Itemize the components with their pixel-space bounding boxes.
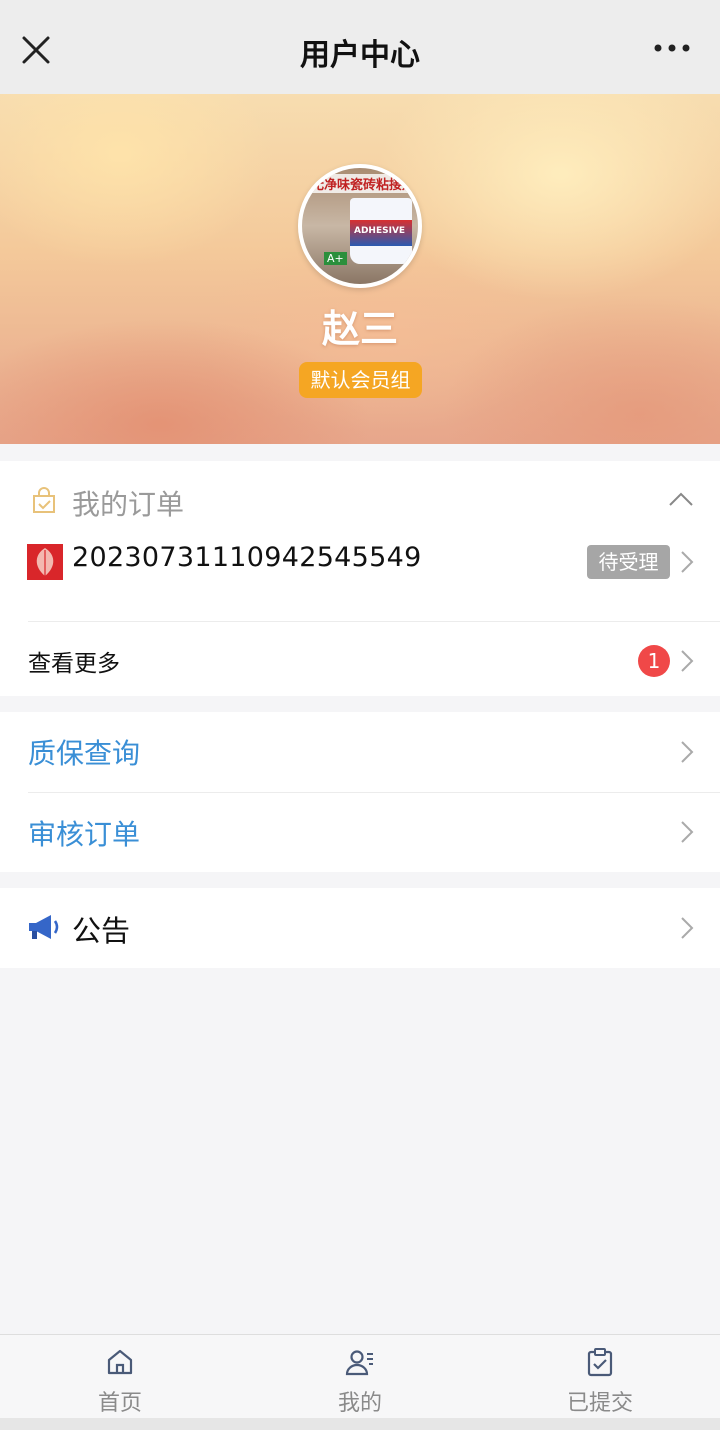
avatar-caption: 无净味瓷砖粘接剂 (308, 174, 418, 193)
warranty-query-row[interactable]: 质保查询 (0, 712, 720, 792)
page-title: 用户中心 (300, 38, 420, 73)
top-navbar: 用户中心 (0, 0, 720, 94)
tab-home[interactable]: 首页 (0, 1335, 240, 1419)
order-bag-icon (33, 487, 55, 513)
chevron-right-icon (681, 917, 694, 939)
tab-mine-label: 我的 (337, 1391, 382, 1416)
username: 赵三 (321, 307, 398, 351)
chevron-right-icon (681, 741, 694, 763)
avatar[interactable]: 无净味瓷砖粘接剂 ADHESIVE A+ (298, 164, 422, 288)
links-panel: 质保查询 审核订单 (0, 712, 720, 872)
notice-panel: 公告 (0, 888, 720, 968)
review-orders-label: 审核订单 (28, 818, 141, 851)
chevron-right-icon (681, 821, 694, 843)
home-icon (107, 1349, 133, 1375)
megaphone-icon (29, 915, 59, 939)
profile-banner: 无净味瓷砖粘接剂 ADHESIVE A+ 赵三 默认会员组 (0, 94, 720, 444)
status-badge: 待受理 (587, 545, 670, 579)
warranty-query-label: 质保查询 (28, 737, 141, 770)
orders-header[interactable]: 我的订单 (0, 461, 720, 541)
notice-row[interactable]: 公告 (0, 888, 720, 968)
chevron-up-icon[interactable] (668, 491, 694, 507)
order-row[interactable]: 20230731110942545549 待受理 (0, 541, 720, 621)
order-number: 20230731110942545549 (72, 542, 422, 573)
chevron-right-icon (681, 650, 694, 672)
tab-home-label: 首页 (97, 1391, 142, 1416)
chevron-right-icon (681, 551, 694, 573)
user-icon (345, 1350, 373, 1376)
unread-count-badge: 1 (638, 645, 670, 677)
member-group-badge: 默认会员组 (299, 362, 422, 398)
home-indicator (0, 1418, 720, 1430)
bottom-tabbar: 首页 我的 已提交 (0, 1334, 720, 1418)
view-more-row[interactable]: 查看更多 1 (0, 622, 720, 696)
view-more-label: 查看更多 (28, 651, 120, 677)
orders-title: 我的订单 (72, 488, 185, 521)
avatar-product-label: ADHESIVE (354, 226, 406, 236)
tab-submitted-label: 已提交 (566, 1391, 633, 1416)
avatar-grade-label: A+ (324, 252, 347, 265)
notice-label: 公告 (72, 914, 131, 948)
clipboard-check-icon (587, 1348, 613, 1377)
tab-mine[interactable]: 我的 (240, 1335, 480, 1419)
tab-submitted[interactable]: 已提交 (480, 1335, 720, 1419)
leaf-icon (27, 544, 63, 580)
review-orders-row[interactable]: 审核订单 (0, 793, 720, 873)
orders-panel: 我的订单 20230731110942545549 待受理 查看更多 1 (0, 461, 720, 696)
more-icon[interactable] (652, 38, 692, 58)
